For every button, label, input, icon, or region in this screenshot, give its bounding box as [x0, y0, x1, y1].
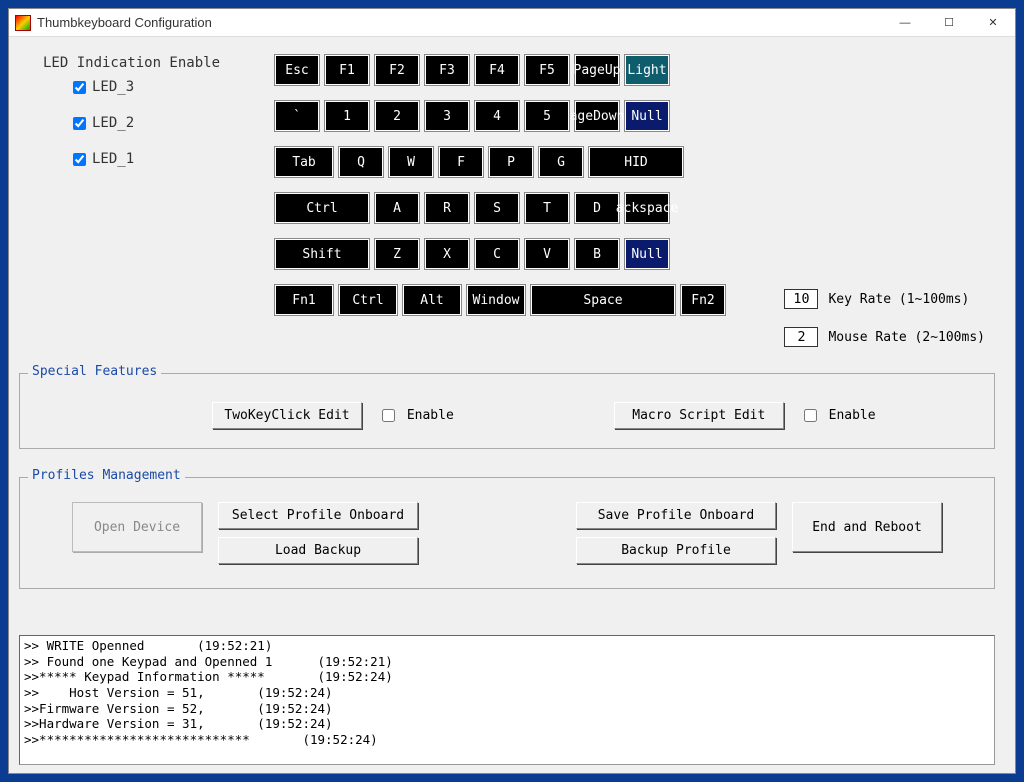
window-controls: — ☐ ✕ — [883, 9, 1015, 37]
key-4[interactable]: 4 — [475, 101, 519, 131]
profiles-legend: Profiles Management — [28, 468, 185, 483]
backup-profile-button[interactable]: Backup Profile — [576, 537, 776, 564]
key-null[interactable]: Null — [625, 239, 669, 269]
rate-settings: Key Rate (1~100ms) Mouse Rate (2~100ms) — [784, 289, 985, 365]
key-alt[interactable]: Alt — [403, 285, 461, 315]
client-area: LED Indication Enable LED_3 LED_2 LED_1 Es… — [9, 37, 1015, 773]
key-esc[interactable]: Esc — [275, 55, 319, 85]
key-f1[interactable]: F1 — [325, 55, 369, 85]
key-v[interactable]: V — [525, 239, 569, 269]
led-indication-block: LED Indication Enable LED_3 LED_2 LED_1 — [43, 55, 220, 187]
special-features-group: Special Features TwoKeyClick Edit Enable… — [19, 373, 995, 449]
key-ctrl[interactable]: Ctrl — [339, 285, 397, 315]
key-s[interactable]: S — [475, 193, 519, 223]
key-f2[interactable]: F2 — [375, 55, 419, 85]
key-t[interactable]: T — [525, 193, 569, 223]
key--[interactable]: ` — [275, 101, 319, 131]
key-pageup[interactable]: PageUp — [575, 55, 619, 85]
key-hid[interactable]: HID — [589, 147, 683, 177]
key-window[interactable]: Window — [467, 285, 525, 315]
macro-script-edit-button[interactable]: Macro Script Edit — [614, 402, 784, 429]
key-space[interactable]: Space — [531, 285, 675, 315]
key-fn2[interactable]: Fn2 — [681, 285, 725, 315]
key-p[interactable]: P — [489, 147, 533, 177]
key-light[interactable]: Light — [625, 55, 669, 85]
key-5[interactable]: 5 — [525, 101, 569, 131]
key-f[interactable]: F — [439, 147, 483, 177]
close-button[interactable]: ✕ — [971, 9, 1015, 37]
key-3[interactable]: 3 — [425, 101, 469, 131]
select-profile-onboard-button[interactable]: Select Profile Onboard — [218, 502, 418, 529]
mouse-rate-input[interactable] — [784, 327, 818, 347]
twokeyclick-edit-button[interactable]: TwoKeyClick Edit — [212, 402, 362, 429]
led-checkbox-LED_1[interactable]: LED_1 — [73, 151, 220, 167]
open-device-button[interactable]: Open Device — [72, 502, 202, 552]
key-d[interactable]: D — [575, 193, 619, 223]
key-ackspace[interactable]: ackspace — [625, 193, 669, 223]
mouse-rate-label: Mouse Rate (2~100ms) — [828, 330, 985, 345]
window-title: Thumbkeyboard Configuration — [37, 15, 883, 30]
special-features-legend: Special Features — [28, 364, 161, 379]
profiles-management-group: Profiles Management Open Device Select P… — [19, 477, 995, 589]
app-window: Thumbkeyboard Configuration — ☐ ✕ LED In… — [8, 8, 1016, 774]
key-rate-label: Key Rate (1~100ms) — [828, 292, 969, 307]
key-shift[interactable]: Shift — [275, 239, 369, 269]
maximize-button[interactable]: ☐ — [927, 9, 971, 37]
led-checkbox-LED_3[interactable]: LED_3 — [73, 79, 220, 95]
macro-enable-checkbox[interactable]: Enable — [804, 408, 876, 423]
key-a[interactable]: A — [375, 193, 419, 223]
key-agedown[interactable]: ageDown — [575, 101, 619, 131]
key-1[interactable]: 1 — [325, 101, 369, 131]
key-f4[interactable]: F4 — [475, 55, 519, 85]
key-ctrl[interactable]: Ctrl — [275, 193, 369, 223]
key-q[interactable]: Q — [339, 147, 383, 177]
led-checkbox-LED_2[interactable]: LED_2 — [73, 115, 220, 131]
key-f5[interactable]: F5 — [525, 55, 569, 85]
key-f3[interactable]: F3 — [425, 55, 469, 85]
key-tab[interactable]: Tab — [275, 147, 333, 177]
key-2[interactable]: 2 — [375, 101, 419, 131]
key-rate-input[interactable] — [784, 289, 818, 309]
key-null[interactable]: Null — [625, 101, 669, 131]
key-z[interactable]: Z — [375, 239, 419, 269]
keyboard-layout: EscF1F2F3F4F5PageUpLight`12345ageDownNul… — [275, 55, 725, 331]
key-w[interactable]: W — [389, 147, 433, 177]
twokeyclick-enable-checkbox[interactable]: Enable — [382, 408, 454, 423]
minimize-button[interactable]: — — [883, 9, 927, 37]
key-g[interactable]: G — [539, 147, 583, 177]
title-bar: Thumbkeyboard Configuration — ☐ ✕ — [9, 9, 1015, 37]
key-r[interactable]: R — [425, 193, 469, 223]
app-icon — [15, 15, 31, 31]
load-backup-button[interactable]: Load Backup — [218, 537, 418, 564]
key-x[interactable]: X — [425, 239, 469, 269]
led-title: LED Indication Enable — [43, 55, 220, 71]
key-fn1[interactable]: Fn1 — [275, 285, 333, 315]
key-c[interactable]: C — [475, 239, 519, 269]
output-console[interactable]: >> WRITE Openned (19:52:21) >> Found one… — [19, 635, 995, 765]
save-profile-onboard-button[interactable]: Save Profile Onboard — [576, 502, 776, 529]
key-b[interactable]: B — [575, 239, 619, 269]
end-and-reboot-button[interactable]: End and Reboot — [792, 502, 942, 552]
